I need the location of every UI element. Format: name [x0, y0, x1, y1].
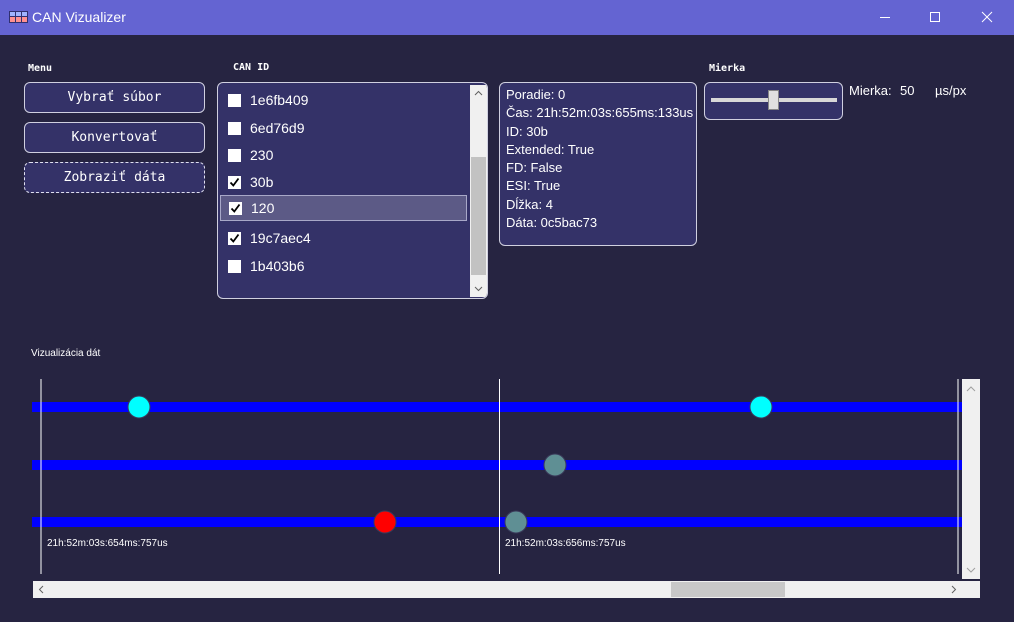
can-id-item[interactable]: 1b403b6	[220, 253, 467, 279]
can-id-item-label: 30b	[250, 174, 274, 190]
info-line: Extended: True	[506, 141, 595, 157]
checkbox[interactable]	[228, 121, 241, 135]
convert-button[interactable]: Konvertovať	[24, 122, 205, 153]
window-title: CAN Vizualizer	[32, 9, 126, 25]
chevron-left-icon[interactable]	[33, 581, 50, 598]
scroll-down-button[interactable]	[470, 280, 487, 297]
time-label: 21h:52m:03s:656ms:757us	[505, 538, 626, 549]
can-id-list[interactable]: 1e6fb409 6ed76d9 230 30b 120 19c7aec4 1b…	[217, 82, 488, 299]
info-line: FD: False	[506, 160, 563, 176]
info-line: Poradie: 0	[506, 87, 566, 102]
can-id-item-label: 1e6fb409	[250, 92, 309, 108]
frame-marker[interactable]	[543, 453, 567, 477]
minimize-icon	[880, 17, 890, 18]
maximize-button[interactable]	[912, 0, 958, 35]
can-id-item[interactable]: 19c7aec4	[220, 225, 467, 251]
can-id-item-label: 1b403b6	[250, 258, 305, 274]
frame-marker[interactable]	[373, 510, 397, 534]
can-id-label: CAN ID	[233, 62, 270, 73]
can-id-item[interactable]: 30b	[220, 169, 467, 195]
app-icon	[9, 11, 28, 23]
frame-info-panel: Poradie: 0 Čas: 21h:52m:03s:655ms:133us …	[499, 82, 697, 246]
time-label: 21h:52m:03s:654ms:757us	[47, 538, 168, 549]
checkbox[interactable]	[229, 201, 242, 215]
checkmark-icon	[229, 233, 240, 243]
checkbox[interactable]	[228, 231, 241, 245]
checkbox[interactable]	[228, 148, 241, 162]
can-id-item[interactable]: 6ed76d9	[220, 115, 467, 141]
scroll-up-button[interactable]	[470, 85, 487, 102]
frame-marker[interactable]	[749, 395, 773, 419]
can-id-item-label: 19c7aec4	[250, 230, 311, 246]
close-icon	[981, 11, 993, 23]
menu-label: Menu	[28, 63, 53, 74]
can-id-item-label: 120	[251, 200, 275, 216]
maximize-icon	[930, 12, 940, 22]
close-button[interactable]	[964, 0, 1010, 35]
checkbox[interactable]	[228, 175, 241, 189]
scale-value: 50	[900, 83, 915, 98]
can-id-item-label: 6ed76d9	[250, 120, 305, 136]
visualization-label: Vizualizácia dát	[31, 348, 101, 359]
scale-value-label: Mierka:	[849, 83, 892, 98]
signal-track	[32, 460, 962, 470]
info-line: Dáta: 0c5bac73	[506, 215, 598, 231]
show-data-button[interactable]: Zobraziť dáta	[24, 162, 205, 193]
visualization-horizontal-scrollbar[interactable]	[33, 581, 980, 598]
checkbox[interactable]	[228, 93, 241, 107]
visualization-canvas[interactable]: 21h:52m:03s:654ms:757us 21h:52m:03s:656m…	[0, 370, 1014, 582]
scale-unit: µs/px	[935, 83, 967, 98]
scale-label: Mierka	[709, 63, 746, 74]
info-line: Čas: 21h:52m:03s:655ms:133us	[506, 105, 694, 121]
checkmark-icon	[230, 203, 241, 213]
info-line: ID: 30b	[506, 123, 548, 139]
can-id-item-label: 230	[250, 147, 274, 163]
scale-slider-thumb[interactable]	[768, 90, 779, 110]
title-bar: CAN Vizualizer	[0, 0, 1014, 35]
chevron-down-icon	[474, 286, 483, 292]
chevron-right-icon[interactable]	[945, 581, 962, 598]
chevron-up-icon	[474, 90, 483, 96]
can-id-item-selected[interactable]: 120	[220, 195, 467, 221]
scale-slider-box	[704, 82, 843, 120]
checkbox[interactable]	[228, 259, 241, 273]
list-scrollbar[interactable]	[470, 85, 487, 297]
minimize-button[interactable]	[862, 0, 908, 35]
can-id-item[interactable]: 1e6fb409	[220, 87, 467, 113]
chevron-icons	[966, 386, 976, 573]
checkmark-icon	[229, 177, 240, 187]
info-line: Dĺžka: 4	[506, 196, 553, 212]
signal-track	[32, 402, 962, 412]
frame-marker[interactable]	[127, 395, 151, 419]
can-id-item[interactable]: 230	[220, 142, 467, 168]
visualization-vertical-scrollbar[interactable]	[962, 379, 980, 579]
signal-track	[32, 517, 962, 527]
scrollbar-thumb[interactable]	[471, 157, 486, 275]
info-line: ESI: True	[506, 178, 561, 194]
frame-marker[interactable]	[504, 510, 528, 534]
select-file-button[interactable]: Vybrať súbor	[24, 82, 205, 113]
scrollbar-thumb[interactable]	[671, 582, 785, 597]
